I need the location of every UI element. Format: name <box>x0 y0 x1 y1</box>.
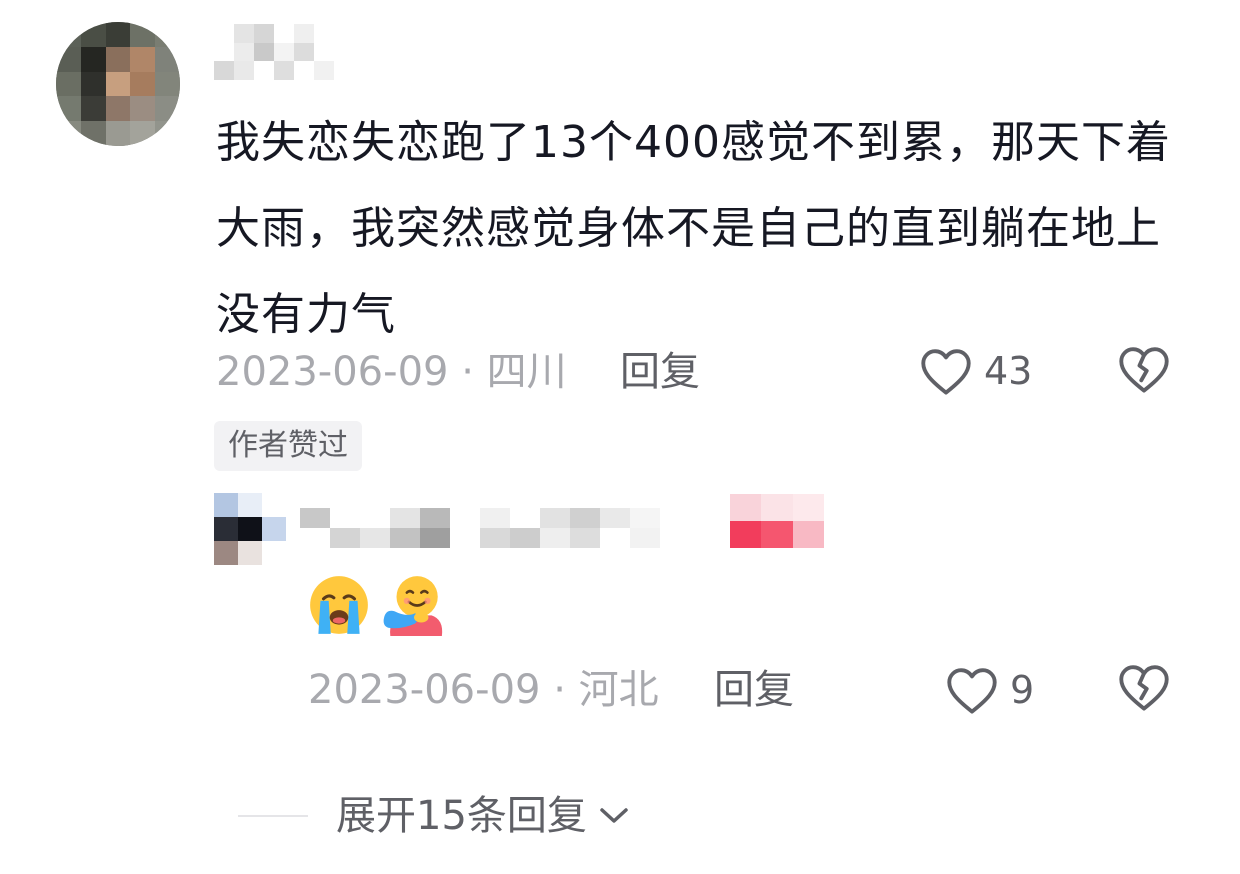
reply-date: 2023-06-09 <box>308 667 541 713</box>
expand-replies-label: 展开15条回复 <box>336 793 587 839</box>
comment-text: 我失恋失恋跑了13个400感觉不到累，那天下着大雨，我突然感觉身体不是自己的直到… <box>216 117 1171 340</box>
username[interactable] <box>214 24 334 80</box>
reply-user-tag <box>730 494 824 548</box>
reply-avatar[interactable] <box>214 493 286 565</box>
reply-location: 河北 <box>578 667 659 713</box>
expand-divider <box>238 815 308 817</box>
reply-meta: 2023-06-09 · 河北 <box>308 660 659 720</box>
reply-like-count: 9 <box>1010 668 1035 712</box>
reply-like-button[interactable]: 9 <box>944 662 1034 718</box>
reply-content <box>306 572 446 638</box>
reply-dislike-button[interactable] <box>1116 662 1172 714</box>
heart-icon <box>947 668 997 714</box>
broken-heart-icon <box>1119 347 1169 393</box>
like-button[interactable]: 43 <box>918 343 1032 399</box>
author-liked-badge: 作者赞过 <box>214 421 362 471</box>
crying-face-emoji <box>310 576 368 634</box>
reply-button[interactable]: 回复 <box>620 342 700 402</box>
meta-separator: · <box>461 349 487 395</box>
avatar[interactable] <box>56 22 180 146</box>
comment-date: 2023-06-09 <box>216 349 449 395</box>
heart-icon <box>921 349 971 395</box>
meta-separator: · <box>553 667 579 713</box>
reply-username[interactable] <box>300 508 660 548</box>
dislike-button[interactable] <box>1116 344 1172 396</box>
comment-location: 四川 <box>486 349 567 395</box>
expand-replies-button[interactable]: 展开15条回复 <box>336 786 629 846</box>
hugging-face-emoji <box>383 576 443 636</box>
comment-meta: 2023-06-09 · 四川 <box>216 342 567 402</box>
like-count: 43 <box>984 349 1033 393</box>
broken-heart-icon <box>1119 665 1169 711</box>
reply-reply-button[interactable]: 回复 <box>714 660 794 720</box>
chevron-down-icon <box>600 808 628 823</box>
